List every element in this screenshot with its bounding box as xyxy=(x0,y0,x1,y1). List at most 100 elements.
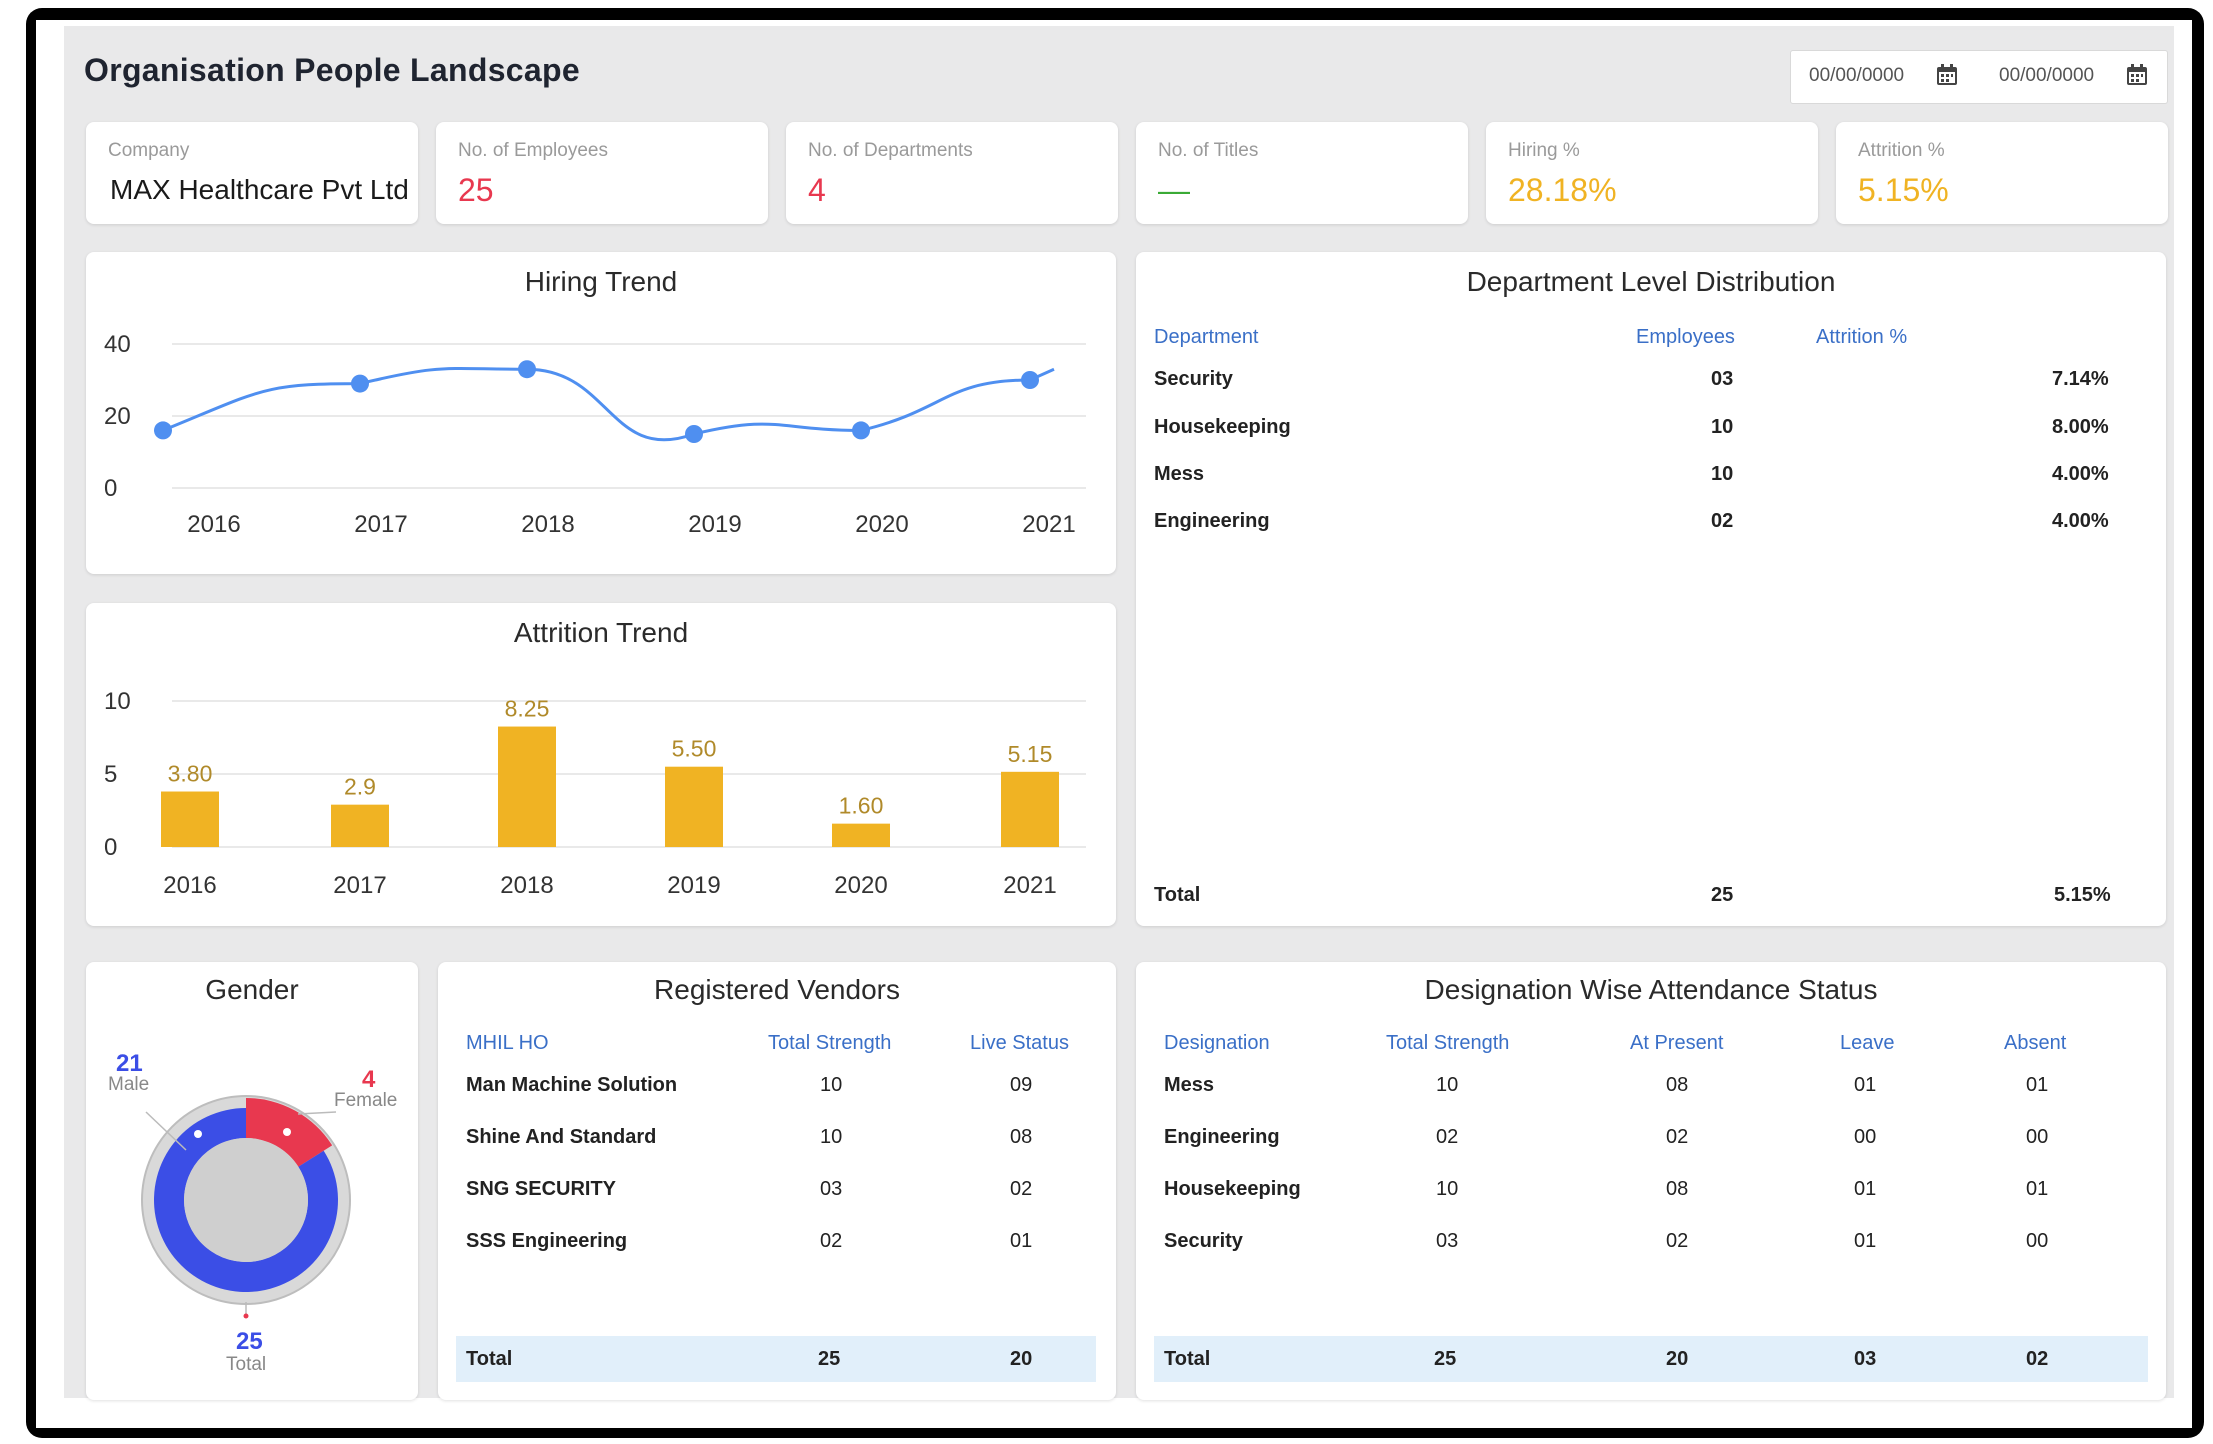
designation-leave: 01 xyxy=(1854,1230,1877,1252)
attendance-panel: Designation Wise Attendance Status Desig… xyxy=(1136,962,2166,1400)
data-point xyxy=(518,360,536,379)
vendor-total-live: 20 xyxy=(1010,1348,1033,1370)
column-header-at-present: At Present xyxy=(1630,1032,1724,1054)
designation-present: 02 xyxy=(1666,1230,1689,1252)
date-from-field[interactable]: 00/00/0000 xyxy=(1809,65,1904,87)
kpi-card-titles: No. of Titles — xyxy=(1136,122,1468,224)
dept-employees: 03 xyxy=(1711,368,1734,390)
calendar-icon[interactable] xyxy=(1935,63,1959,87)
designation-absent: 01 xyxy=(2026,1178,2049,1200)
date-range-picker[interactable]: 00/00/0000 00/00/0000 xyxy=(1790,50,2168,104)
kpi-value: — xyxy=(1158,172,1190,208)
gender-panel: Gender 21 Male 4 Female 25 Total xyxy=(86,962,418,1400)
kpi-value: 28.18% xyxy=(1508,172,1617,208)
dept-total-employees: 25 xyxy=(1711,884,1734,906)
total-count: 25 xyxy=(236,1328,263,1355)
vendor-live: 09 xyxy=(1010,1074,1033,1096)
x-tick-label: 2019 xyxy=(667,872,720,899)
calendar-icon[interactable] xyxy=(2125,63,2149,87)
designation-total: 10 xyxy=(1436,1074,1459,1096)
x-tick-label: 2021 xyxy=(1003,872,1056,899)
attrition-trend-panel: Attrition Trend 10 5 0 3.80 2016 2.9 2017 8.25 2… xyxy=(86,603,1116,926)
vendor-name: Shine And Standard xyxy=(466,1126,657,1148)
x-tick-label: 2018 xyxy=(500,872,553,899)
x-tick-label: 2016 xyxy=(163,872,216,899)
designation-leave: 01 xyxy=(1854,1178,1877,1200)
x-tick-label: 2021 xyxy=(1022,511,1075,538)
vendor-total: 10 xyxy=(820,1074,843,1096)
attendance-total-label: Total xyxy=(1164,1348,1211,1370)
dept-attrition: 8.00% xyxy=(2052,416,2109,438)
attendance-total-strength: 25 xyxy=(1434,1348,1457,1370)
designation-total: 02 xyxy=(1436,1126,1459,1148)
y-tick-label: 0 xyxy=(104,834,117,861)
kpi-card-attrition: Attrition % 5.15% xyxy=(1836,122,2168,224)
y-tick-label: 40 xyxy=(104,331,131,358)
department-distribution-panel: Department Level Distribution Department… xyxy=(1136,252,2166,926)
data-point xyxy=(852,421,870,440)
data-point xyxy=(685,425,703,443)
vendor-name: Man Machine Solution xyxy=(466,1074,678,1096)
column-header-live-status: Live Status xyxy=(970,1032,1069,1054)
designation-name: Mess xyxy=(1164,1074,1215,1096)
y-tick-label: 5 xyxy=(104,761,117,788)
designation-present: 08 xyxy=(1666,1178,1689,1200)
column-header-department: Department xyxy=(1154,326,1259,348)
y-tick-label: 10 xyxy=(104,688,131,715)
dept-employees: 02 xyxy=(1711,510,1734,532)
designation-absent: 00 xyxy=(2026,1230,2049,1252)
attrition-bar xyxy=(161,791,219,847)
kpi-value: MAX Healthcare Pvt Ltd xyxy=(110,174,409,205)
data-label: 5.50 xyxy=(672,736,717,762)
slice-marker xyxy=(194,1130,202,1138)
vendor-name: SSS Engineering xyxy=(466,1230,628,1252)
kpi-card-departments: No. of Departments 4 xyxy=(786,122,1118,224)
kpi-label: Hiring % xyxy=(1508,140,1580,161)
vendors-panel: Registered Vendors MHIL HO Total Strengt… xyxy=(438,962,1116,1400)
vendor-total: 03 xyxy=(820,1178,843,1200)
kpi-value: 25 xyxy=(458,172,494,208)
designation-total: 03 xyxy=(1436,1230,1459,1252)
hiring-trend-chart: 40 20 0 2016 2017 2018 2019 2020 2021 xyxy=(104,331,1086,538)
designation-present: 08 xyxy=(1666,1074,1689,1096)
vendor-live: 02 xyxy=(1010,1178,1033,1200)
total-row-background xyxy=(456,1336,1096,1382)
column-header-leave: Leave xyxy=(1840,1032,1895,1054)
y-tick-label: 0 xyxy=(104,475,117,502)
designation-leave: 00 xyxy=(1854,1126,1877,1148)
page-title: Organisation People Landscape xyxy=(84,52,580,88)
vendor-live: 08 xyxy=(1010,1126,1033,1148)
dept-attrition: 4.00% xyxy=(2052,463,2109,485)
y-tick-label: 20 xyxy=(104,403,131,430)
column-header-employees: Employees xyxy=(1636,326,1735,348)
attrition-bar xyxy=(1001,771,1059,847)
vendor-total: 10 xyxy=(820,1126,843,1148)
designation-name: Housekeeping xyxy=(1164,1178,1301,1200)
kpi-label: No. of Employees xyxy=(458,140,608,161)
x-tick-label: 2020 xyxy=(834,872,887,899)
dept-total-label: Total xyxy=(1154,884,1201,906)
column-header-total-strength: Total Strength xyxy=(1386,1032,1510,1054)
data-point xyxy=(154,421,172,440)
attendance-total-present: 20 xyxy=(1666,1348,1689,1370)
x-tick-label: 2018 xyxy=(521,511,574,538)
attrition-trend-chart: 10 5 0 3.80 2016 2.9 2017 8.25 2018 5.50 2019 1.60 2… xyxy=(104,688,1086,899)
dept-total-attrition: 5.15% xyxy=(2054,884,2111,906)
panel-title: Registered Vendors xyxy=(654,974,900,1005)
date-to-field[interactable]: 00/00/0000 xyxy=(1999,65,2094,87)
total-label: Total xyxy=(226,1354,267,1375)
designation-total: 10 xyxy=(1436,1178,1459,1200)
attrition-bar xyxy=(832,823,890,847)
attendance-total-absent: 02 xyxy=(2026,1348,2049,1370)
attendance-total-leave: 03 xyxy=(1854,1348,1877,1370)
designation-absent: 01 xyxy=(2026,1074,2049,1096)
kpi-label: No. of Departments xyxy=(808,140,973,161)
panel-title: Department Level Distribution xyxy=(1466,266,1836,297)
dept-name: Housekeeping xyxy=(1154,416,1291,438)
kpi-card-employees: No. of Employees 25 xyxy=(436,122,768,224)
designation-name: Engineering xyxy=(1164,1126,1280,1148)
total-row-background xyxy=(1154,1336,2148,1382)
x-tick-label: 2016 xyxy=(187,511,240,538)
designation-leave: 01 xyxy=(1854,1074,1877,1096)
kpi-label: Company xyxy=(108,140,190,161)
